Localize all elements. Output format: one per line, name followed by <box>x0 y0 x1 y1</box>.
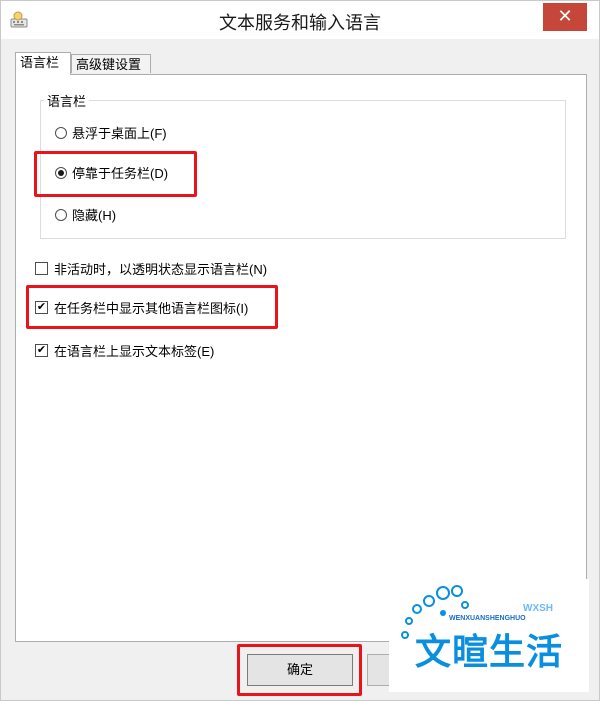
radio-label: 悬浮于桌面上(F) <box>72 126 167 141</box>
radio-button[interactable] <box>55 208 67 221</box>
watermark-text: 文暄生活 <box>415 632 564 673</box>
watermark-logo: WXSH WENXUANSHENGHUO 文暄生活 <box>389 579 589 692</box>
checkbox-label: 非活动时，以透明状态显示语言栏(N) <box>54 262 268 277</box>
checkbox-checked[interactable] <box>35 344 48 357</box>
tab-advanced-key-settings[interactable]: 高级键设置 <box>71 54 151 73</box>
watermark-abbreviation: WXSH <box>523 603 553 614</box>
tab-label: 语言栏 <box>20 55 60 70</box>
radio-hidden[interactable]: 隐藏(H) <box>55 205 116 224</box>
highlight-box-ok-button <box>237 644 362 696</box>
dialog-window: 文本服务和输入语言 ✕ 语言栏 高级键设置 语言栏 悬浮于桌面上(F) 停靠于任… <box>0 0 600 701</box>
checkbox[interactable] <box>35 262 48 275</box>
checkbox-show-text-labels[interactable]: 在语言栏上显示文本标签(E) <box>35 341 214 360</box>
checkbox-label: 在语言栏上显示文本标签(E) <box>54 344 215 359</box>
radio-button[interactable] <box>55 126 67 139</box>
checkbox-transparent-when-inactive[interactable]: 非活动时，以透明状态显示语言栏(N) <box>35 259 267 278</box>
tab-label: 高级键设置 <box>76 57 142 72</box>
radio-label: 隐藏(H) <box>72 208 117 223</box>
close-button[interactable]: ✕ <box>543 3 587 31</box>
close-icon: ✕ <box>557 6 573 26</box>
highlight-box-extra-icons <box>26 285 278 329</box>
window-title: 文本服务和输入语言 <box>219 13 381 33</box>
tab-panel-language-bar: 语言栏 悬浮于桌面上(F) 停靠于任务栏(D) 隐藏(H) 非活动时，以透明状态… <box>15 74 587 642</box>
radio-float-on-desktop[interactable]: 悬浮于桌面上(F) <box>55 123 167 142</box>
groupbox-title: 语言栏 <box>44 91 90 110</box>
title-bar[interactable]: 文本服务和输入语言 ✕ <box>1 1 599 39</box>
tab-language-bar[interactable]: 语言栏 <box>15 52 71 75</box>
highlight-box-dock-option <box>34 151 197 197</box>
watermark-subtitle: WENXUANSHENGHUO <box>449 615 526 622</box>
